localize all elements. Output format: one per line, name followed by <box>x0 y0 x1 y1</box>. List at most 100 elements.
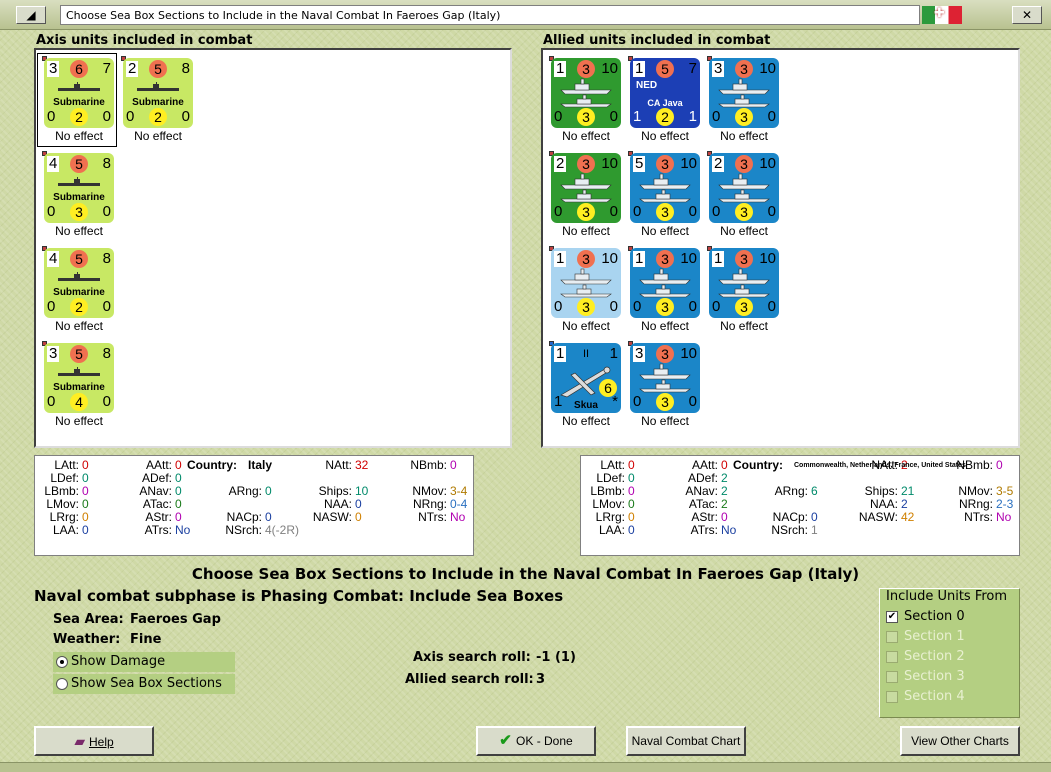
italy-flag-icon: ✚ <box>922 6 962 24</box>
section-label: Section 4 <box>904 689 965 704</box>
main-heading: Choose Sea Box Sections to Include in th… <box>191 565 860 583</box>
unit-bottom-right-value: 0 <box>767 298 776 315</box>
stat-label: NMov: <box>958 484 993 498</box>
allied-unit-counter[interactable]: 2 3 10 0 3 0 <box>551 153 621 223</box>
section-label: Section 2 <box>904 649 965 664</box>
weather-value: Fine <box>130 632 162 647</box>
axis-unit-counter[interactable]: 4 5 8 Submarine 0 2 0 <box>44 248 114 318</box>
warship-icon <box>638 363 692 396</box>
allied-unit-counter[interactable]: 3 3 10 0 3 0 <box>630 343 700 413</box>
stat-value: 0 <box>82 497 89 511</box>
show-damage-label: Show Damage <box>71 654 166 669</box>
unit-attack-value: 5 <box>70 155 88 173</box>
unit-bottom-right-value: 0 <box>688 298 697 315</box>
unit-attack-value: 3 <box>735 155 753 173</box>
unit-effect-label: No effect <box>562 319 610 333</box>
stat-label: ARng: <box>228 484 262 498</box>
show-sections-radio[interactable]: Show Sea Box Sections <box>53 674 235 694</box>
warship-icon <box>559 173 613 206</box>
stat-label: Ships: <box>864 484 898 498</box>
stat-value: 3-4 <box>450 484 468 498</box>
stat-value: 0 <box>175 458 182 472</box>
unit-top-left-value: 1 <box>633 60 646 77</box>
help-button[interactable]: ▰ Help <box>34 726 154 756</box>
stat-label: AStr: <box>691 510 718 524</box>
allied-unit-counter[interactable]: 1 3 10 0 3 0 <box>551 58 621 128</box>
allied-unit-counter[interactable]: 1 3 10 0 3 0 <box>630 248 700 318</box>
stat-label: ANav: <box>685 484 718 498</box>
restore-button[interactable]: ◢ <box>16 6 46 24</box>
unit-top-left-value: 1 <box>554 250 567 267</box>
unit-top-right-value: 10 <box>680 250 697 267</box>
allied-unit-counter[interactable]: 3 3 10 0 3 0 <box>709 58 779 128</box>
axis-unit-counter[interactable]: 2 5 8 Submarine 0 2 0 <box>123 58 193 128</box>
other-label: View Other Charts <box>911 734 1009 748</box>
unit-top-right-value: 7 <box>688 60 697 77</box>
stat-value: 1 <box>811 523 818 537</box>
stat-label: ATrs: <box>144 523 172 537</box>
allied-unit-counter[interactable]: 1 II 1 Skua 1 6 * <box>551 343 621 413</box>
unit-top-right-value: 8 <box>102 250 111 267</box>
axis-unit-counter[interactable]: 3 5 8 Submarine 0 4 0 <box>44 343 114 413</box>
unit-effect-label: No effect <box>55 224 103 238</box>
subphase-text: Naval combat subphase is Phasing Combat:… <box>34 587 564 605</box>
axis-units-panel: 3 6 7 Submarine 0 2 0 No effect 2 5 8 Submarine 0 2 0 N… <box>34 48 512 448</box>
checkbox-empty-icon <box>886 691 898 703</box>
show-damage-radio[interactable]: Show Damage <box>53 652 235 672</box>
stat-label: ADef: <box>687 471 718 485</box>
checkbox-empty-icon <box>886 671 898 683</box>
allied-unit-counter[interactable]: 1 3 10 0 3 0 <box>551 248 621 318</box>
stat-value: 0 <box>265 510 272 524</box>
unit-defense-value: 2 <box>70 298 88 316</box>
unit-name: Submarine <box>132 97 184 108</box>
submarine-icon <box>131 82 185 97</box>
stat-label: NTrs: <box>418 510 447 524</box>
unit-effect-label: No effect <box>55 319 103 333</box>
naval-combat-chart-button[interactable]: Naval Combat Chart <box>626 726 746 756</box>
selected-unit-frame <box>37 53 117 147</box>
stat-value: 0 <box>721 510 728 524</box>
stat-value: No <box>450 510 466 524</box>
unit-effect-label: No effect <box>641 129 689 143</box>
unit-defense-value: 3 <box>656 393 674 411</box>
allied-units-panel: 1 3 10 0 3 0 No effect 1 5 7 NED CA Java 1 2 1 No effec… <box>541 48 1020 448</box>
unit-bottom-right-value: 0 <box>767 108 776 125</box>
stat-label: LRrg: <box>595 510 625 524</box>
allied-stats-panel: LAtt: 0 AAtt: 0 NAtt: 2 NBmb: 0 LDef: 0 ADef: 2 LBmb… <box>580 455 1020 556</box>
unit-defense-value: 3 <box>735 108 753 126</box>
submarine-icon <box>52 367 106 382</box>
allied-unit-counter[interactable]: 1 3 10 0 3 0 <box>709 248 779 318</box>
stat-label: LAtt: <box>54 458 79 472</box>
stat-value: 21 <box>901 484 915 498</box>
allied-unit-counter[interactable]: 5 3 10 0 3 0 <box>630 153 700 223</box>
unit-bottom-right-value: 0 <box>102 298 111 315</box>
unit-top-right-value: 10 <box>759 250 776 267</box>
close-button[interactable]: ✕ <box>1012 6 1042 24</box>
stat-value: 10 <box>355 484 369 498</box>
unit-name: Submarine <box>53 287 105 298</box>
allied-unit-counter[interactable]: 2 3 10 0 3 0 <box>709 153 779 223</box>
unit-top-left-value: 2 <box>712 155 725 172</box>
unit-top-left-value: 3 <box>712 60 725 77</box>
stat-label: LMov: <box>46 497 79 511</box>
unit-attack-value: 5 <box>70 345 88 363</box>
axis-unit-counter[interactable]: 4 5 8 Submarine 0 3 0 <box>44 153 114 223</box>
ok-done-button[interactable]: ✔ OK - Done <box>476 726 596 756</box>
unit-bottom-right-value: 0 <box>688 393 697 410</box>
allied-unit-counter[interactable]: 1 5 7 NED CA Java 1 2 1 <box>630 58 700 128</box>
unit-effect-label: No effect <box>720 319 768 333</box>
stat-value: 0 <box>628 523 635 537</box>
unit-attack-value: 3 <box>656 250 674 268</box>
unit-bottom-right-value: 0 <box>609 108 618 125</box>
stat-value: 0 <box>175 497 182 511</box>
submarine-icon <box>52 272 106 287</box>
unit-top-right-value: 8 <box>102 345 111 362</box>
unit-attack-value: 3 <box>735 60 753 78</box>
unit-top-right-value: 10 <box>601 60 618 77</box>
unit-bottom-left-value: 0 <box>712 298 721 315</box>
unit-bottom-right-value: 0 <box>181 108 190 125</box>
view-other-charts-button[interactable]: View Other Charts <box>900 726 1020 756</box>
unit-bottom-left-value: 1 <box>554 393 563 410</box>
country-value: Italy <box>248 458 273 472</box>
unit-effect-label: No effect <box>562 129 610 143</box>
